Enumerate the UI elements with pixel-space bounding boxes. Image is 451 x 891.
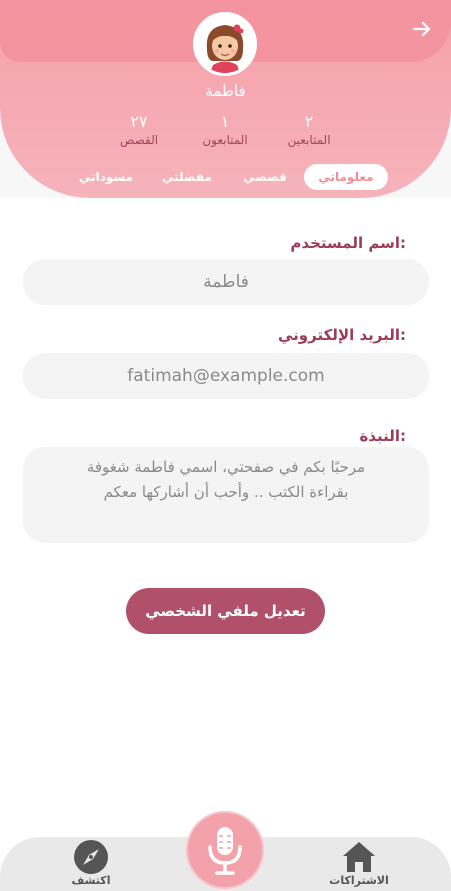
- stat-followers-count: ٢: [304, 112, 314, 131]
- email-field[interactable]: fatimah@example.com: [23, 353, 429, 399]
- bio-field[interactable]: مرحبًا بكم في صفحتي، اسمي فاطمة شغوفة بق…: [23, 447, 429, 543]
- edit-profile-button[interactable]: تعديل ملفي الشخصي: [126, 588, 325, 634]
- tab-my-stories[interactable]: قصصي: [228, 164, 302, 190]
- tab-my-drafts[interactable]: مسوداتي: [66, 164, 146, 190]
- tab-my-info[interactable]: معلوماتي: [304, 164, 388, 190]
- email-label: البريد الإلكتروني:: [278, 326, 406, 344]
- stat-following-count: ١: [220, 112, 230, 131]
- profile-page: فاطمة ٢ المتابعين ١ المتابعون ٢٧ القصص م…: [0, 0, 451, 891]
- bio-label: النبذة:: [359, 427, 406, 445]
- record-button[interactable]: [188, 813, 262, 887]
- avatar[interactable]: [193, 12, 257, 76]
- stat-stories-count: ٢٧: [130, 112, 148, 131]
- profile-tabs: معلوماتي قصصي مفضلتي مسوداتي: [0, 164, 451, 190]
- home-icon: [343, 842, 375, 872]
- profile-name: فاطمة: [205, 82, 246, 100]
- username-label: اسم المستخدم:: [290, 234, 406, 252]
- arrow-right-icon: [412, 21, 431, 37]
- nav-subscriptions-label: الاشتراكات: [329, 874, 389, 887]
- nav-subscriptions[interactable]: الاشتراكات: [319, 837, 399, 891]
- profile-stats: ٢ المتابعين ١ المتابعون ٢٧ القصص: [0, 112, 451, 152]
- stat-following-label: المتابعون: [202, 133, 248, 147]
- back-button[interactable]: [409, 18, 435, 44]
- stat-followers-label: المتابعين: [287, 133, 331, 147]
- microphone-icon: [208, 827, 242, 875]
- stat-stories-label: القصص: [119, 133, 159, 147]
- nav-explore[interactable]: اكتشف: [51, 837, 131, 891]
- stat-following[interactable]: ١ المتابعون: [180, 112, 270, 148]
- tab-my-favorites[interactable]: مفضلتي: [150, 164, 224, 190]
- nav-explore-label: اكتشف: [71, 874, 111, 887]
- compass-icon: [74, 840, 108, 874]
- profile-header: فاطمة ٢ المتابعين ١ المتابعون ٢٧ القصص م…: [0, 0, 451, 198]
- girl-avatar-icon: [196, 15, 254, 73]
- stat-followers[interactable]: ٢ المتابعين: [264, 112, 354, 148]
- username-field[interactable]: فاطمة: [23, 259, 429, 305]
- stat-stories[interactable]: ٢٧ القصص: [94, 112, 184, 148]
